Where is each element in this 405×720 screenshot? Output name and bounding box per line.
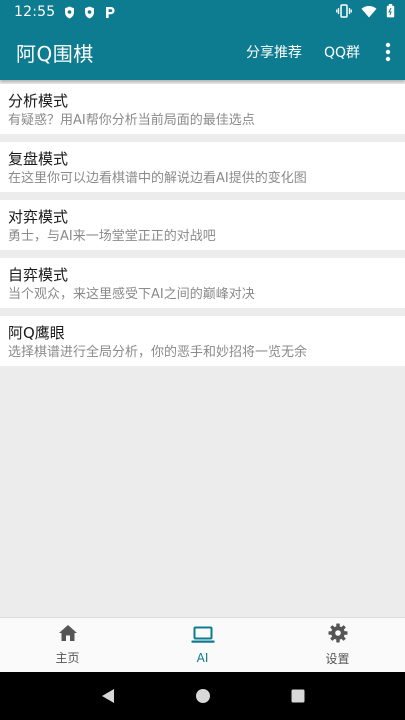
mode-description: 选择棋谱进行全局分析，你的恶手和妙招将一览无余 (8, 345, 308, 360)
share-recommend-button[interactable]: 分享推荐 (235, 42, 313, 62)
mode-item-eagle-eye[interactable]: 阿Q鹰眼 选择棋谱进行全局分析，你的恶手和妙招将一览无余 (0, 316, 405, 366)
mode-description: 当个观众，来这里感受下AI之间的巅峰对决 (8, 287, 255, 302)
mode-title: 自弈模式 (8, 266, 69, 284)
qq-group-button[interactable]: QQ群 (313, 42, 371, 62)
wifi-icon (361, 3, 377, 22)
screen: 12:55 阿Q围棋 分享推荐 QQ群 分析模式 有疑惑？用AI帮你分析当前局面… (0, 0, 405, 720)
nav-item-settings[interactable]: 设置 (270, 618, 405, 672)
more-options-icon[interactable] (371, 24, 405, 80)
vibrate-icon (336, 3, 352, 22)
nav-label: 主页 (55, 651, 80, 665)
mode-item-review[interactable]: 复盘模式 在这里你可以边看棋谱中的解说边看AI提供的变化图 (0, 142, 405, 192)
system-nav-bar (0, 672, 405, 720)
app-actions: 分享推荐 QQ群 (235, 24, 405, 80)
nav-label: 设置 (325, 652, 350, 666)
status-icons-right (336, 3, 395, 22)
mode-description: 在这里你可以边看棋谱中的解说边看AI提供的变化图 (8, 171, 307, 186)
p-app-icon (104, 6, 116, 19)
app-bar: 阿Q围棋 分享推荐 QQ群 (0, 24, 405, 80)
gear-icon (328, 623, 348, 647)
bottom-nav: 主页 AI 设置 (0, 617, 405, 672)
home-icon (58, 624, 78, 646)
mode-description: 有疑惑？用AI帮你分析当前局面的最佳选点 (8, 113, 255, 128)
nav-item-home[interactable]: 主页 (0, 618, 135, 672)
mode-title: 对弈模式 (8, 208, 69, 226)
mode-title: 分析模式 (8, 92, 69, 110)
mode-title: 复盘模式 (8, 150, 69, 168)
mode-item-analysis[interactable]: 分析模式 有疑惑？用AI帮你分析当前局面的最佳选点 (0, 84, 405, 134)
battery-icon (386, 3, 395, 22)
status-time: 12:55 (14, 4, 56, 20)
laptop-icon (191, 626, 215, 648)
back-icon[interactable] (83, 672, 133, 720)
nav-label: AI (196, 650, 209, 665)
app-title: 阿Q围棋 (16, 41, 94, 66)
nav-item-ai[interactable]: AI (135, 618, 270, 672)
mode-list: 分析模式 有疑惑？用AI帮你分析当前局面的最佳选点 复盘模式 在这里你可以边看棋… (0, 84, 405, 374)
recents-icon[interactable] (273, 672, 323, 720)
mode-item-self-play[interactable]: 自弈模式 当个观众，来这里感受下AI之间的巅峰对决 (0, 258, 405, 308)
shield-icon (64, 6, 75, 19)
status-bar: 12:55 (0, 0, 405, 24)
mode-item-play[interactable]: 对弈模式 勇士，与AI来一场堂堂正正的对战吧 (0, 200, 405, 250)
shield-icon (84, 6, 95, 19)
mode-description: 勇士，与AI来一场堂堂正正的对战吧 (8, 229, 216, 244)
mode-title: 阿Q鹰眼 (8, 324, 65, 342)
home-circle-icon[interactable] (178, 672, 228, 720)
